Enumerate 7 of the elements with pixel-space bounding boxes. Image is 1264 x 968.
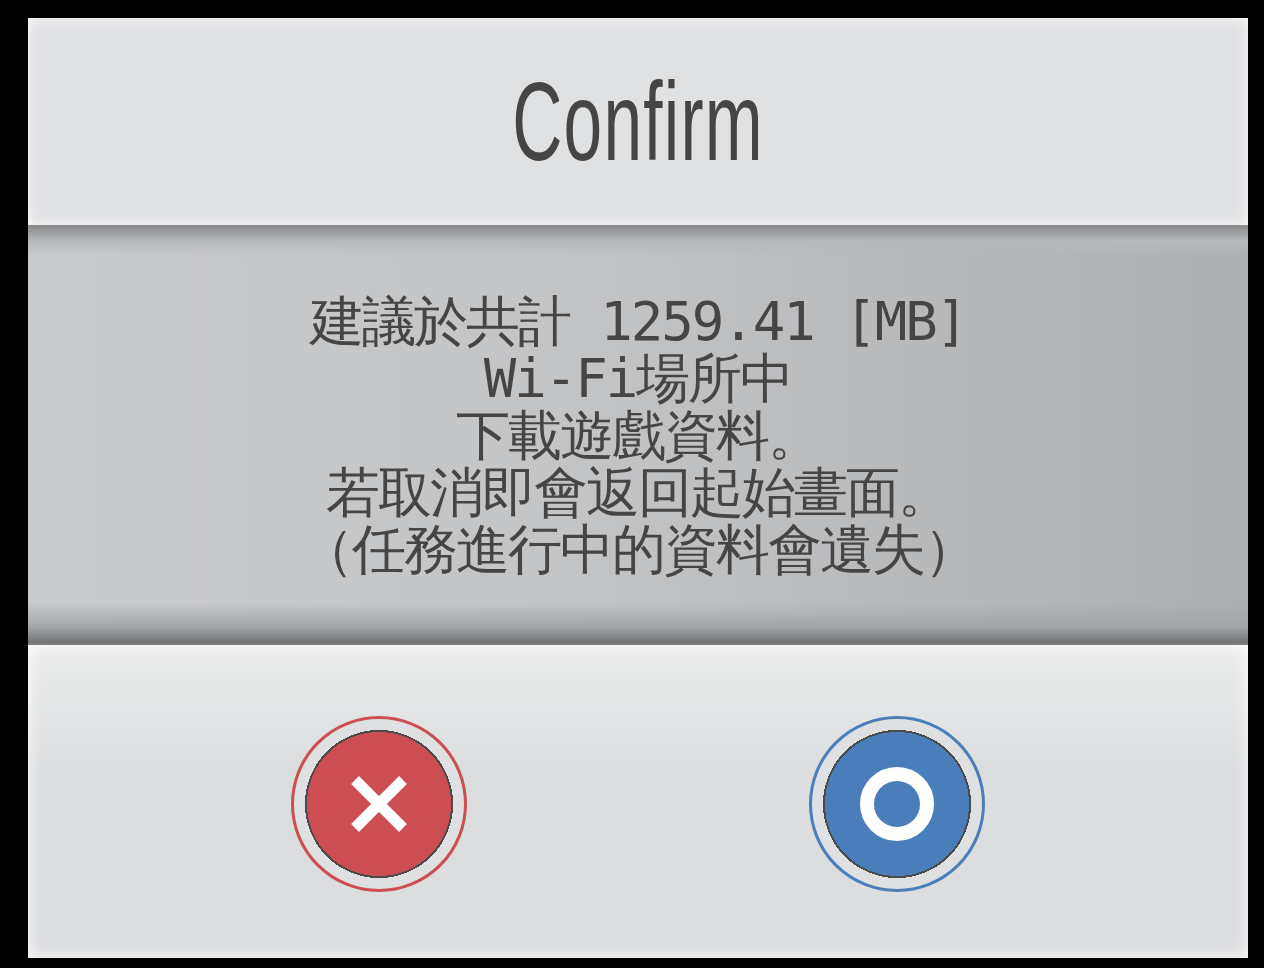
ring-icon: [860, 766, 934, 841]
message-line: 建議於共計 1259.41 [MB]: [309, 292, 967, 350]
dialog-title: Confirm: [512, 65, 764, 178]
message-line: Wi-Fi場所中: [483, 349, 793, 407]
message-line: 若取消即會返回起始畫面。: [326, 463, 950, 521]
message-line: （任務進行中的資料會遺失）: [300, 520, 976, 578]
message-line: 下載遊戲資料。: [456, 406, 820, 464]
